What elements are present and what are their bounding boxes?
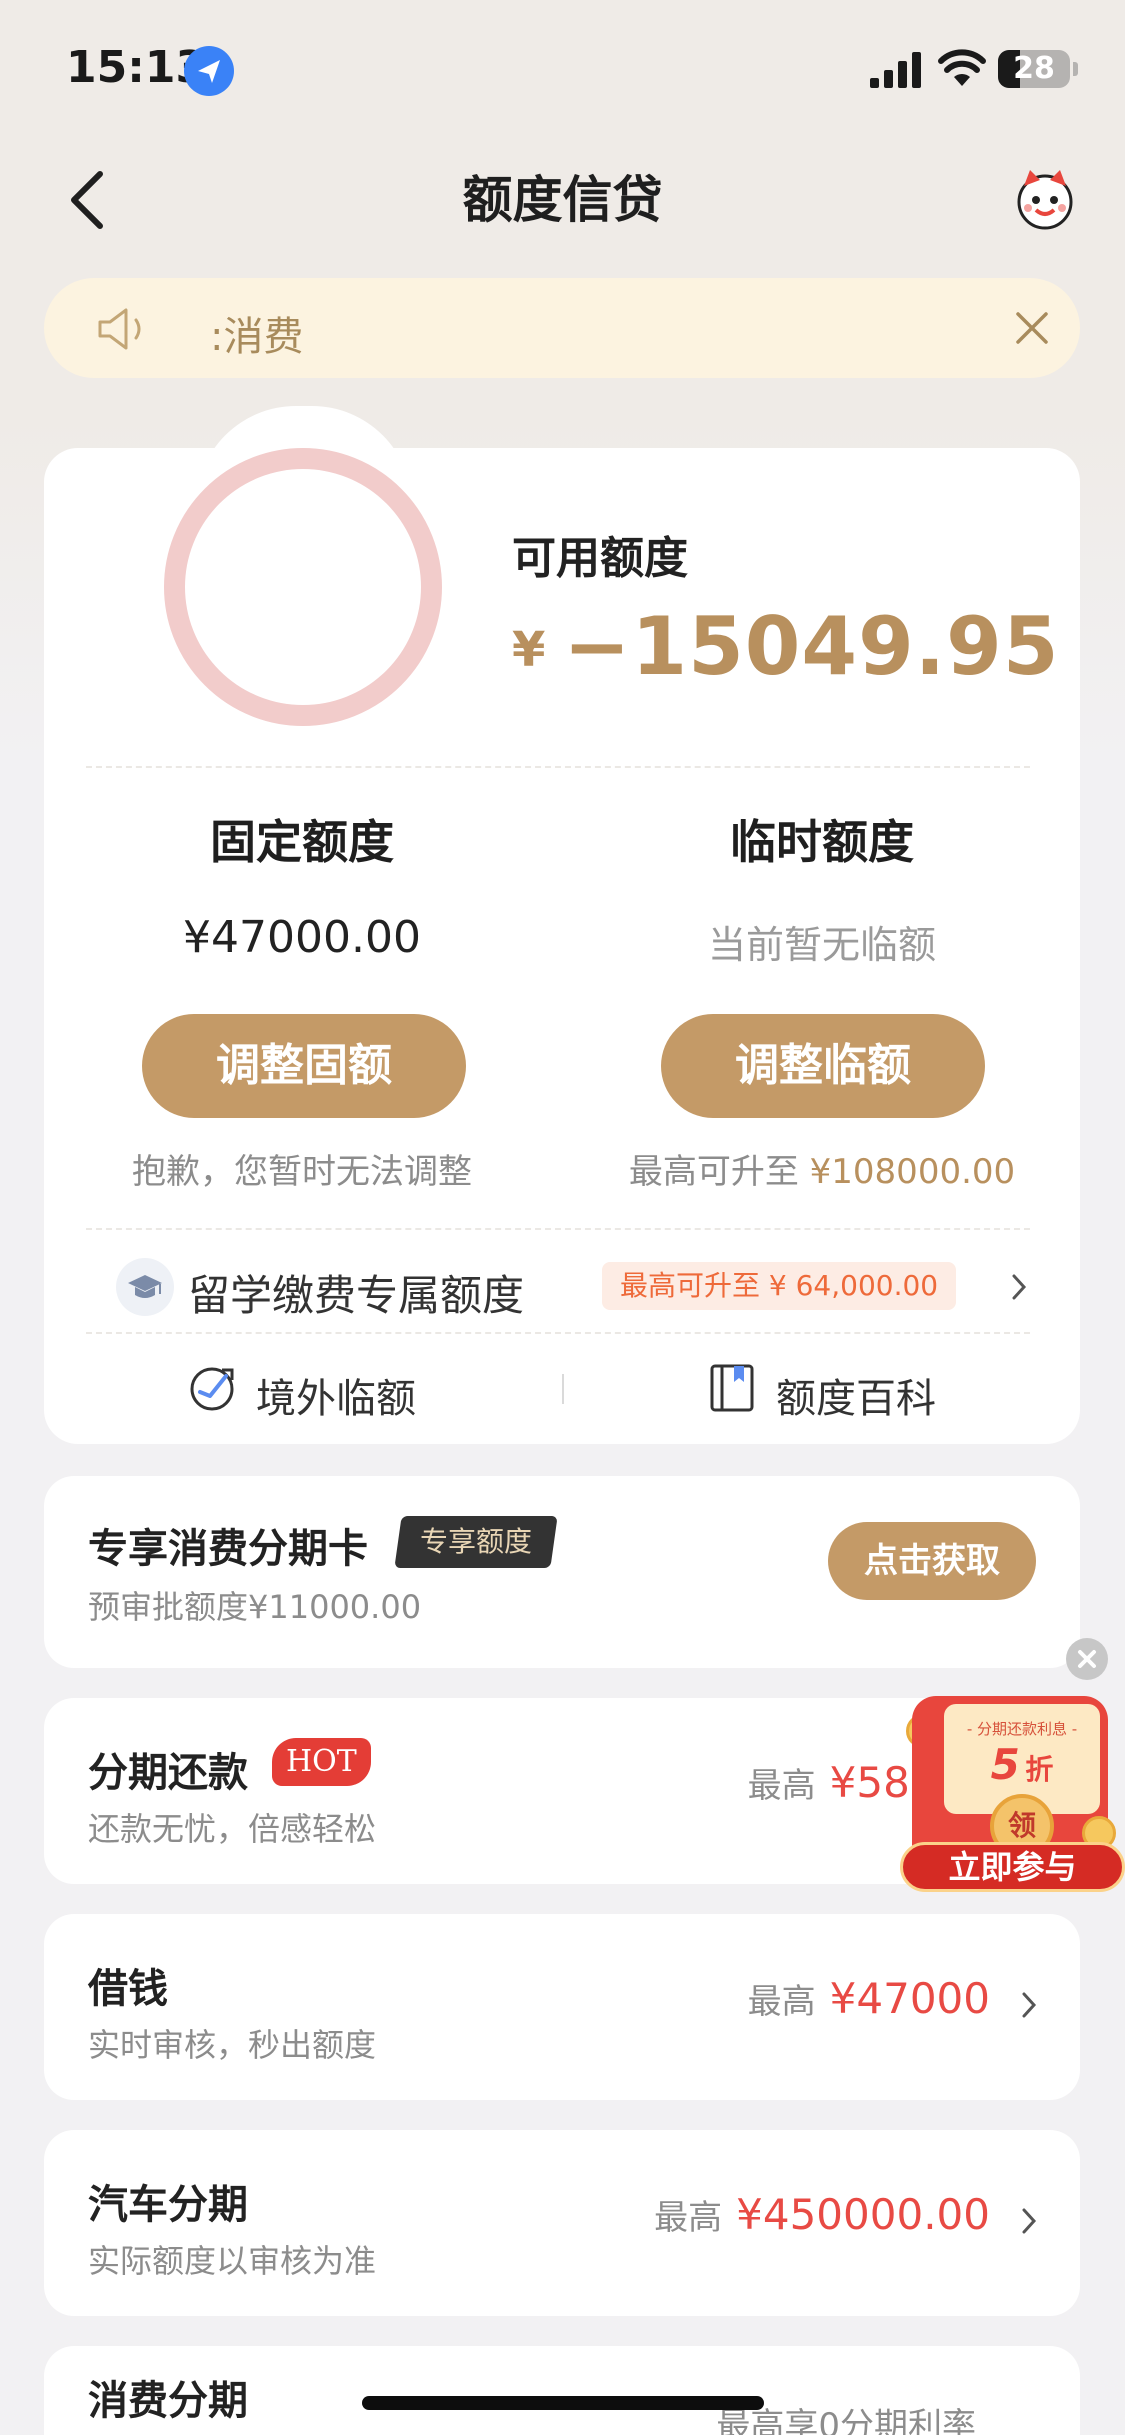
study-credit-label: 留学缴费专属额度 <box>188 1271 525 1320</box>
exclusive-installment-card[interactable]: 专享消费分期卡 专享额度 预审批额度¥11000.00 点击获取 <box>44 1476 1080 1668</box>
credit-wiki-label: 额度百科 <box>776 1376 936 1422</box>
wifi-icon <box>938 49 986 86</box>
product-limit-amount: ¥450000.00 <box>736 2190 990 2239</box>
temp-credit-note-amount: ¥108000.00 <box>809 1152 1016 1192</box>
product-title: 汽车分期 <box>88 2182 248 2228</box>
product-subtitle: 实时审核，秒出额度 <box>88 2026 377 2064</box>
fixed-credit-value: ¥47000.00 <box>183 912 421 963</box>
close-icon[interactable] <box>1008 304 1056 352</box>
promo-discount-unit: 折 <box>1025 1753 1054 1786</box>
notice-text: :消费 <box>210 314 304 360</box>
promo-join-button[interactable]: 立即参与 <box>900 1842 1125 1892</box>
study-credit-row[interactable]: 留学缴费专属额度 最高可升至 ¥ 64,000.00 <box>116 1254 1036 1320</box>
page: 15:13 28 额度信贷:消费 可用额度 ¥ −15049.95 固定额度 … <box>0 0 1125 2435</box>
promo-discount-number: 5 <box>990 1740 1020 1789</box>
chevron-right-icon <box>1012 1274 1027 1300</box>
promo-top-text: - 分期还款利息 - <box>966 1720 1078 1738</box>
study-credit-badge: 最高可升至 ¥ 64,000.00 <box>602 1262 957 1310</box>
available-credit-value: −15049.95 <box>563 600 1060 693</box>
available-credit-label: 可用额度 <box>512 533 688 584</box>
mascot-icon[interactable] <box>1010 164 1080 234</box>
temp-credit-value: 当前暂无临额 <box>707 923 936 967</box>
page-title: 额度信贷 <box>462 171 663 229</box>
overseas-temp-credit-label: 境外临额 <box>256 1376 416 1422</box>
currency-symbol: ¥ <box>512 622 546 678</box>
home-indicator <box>362 2396 764 2410</box>
product-limit: 最高 ¥47000 <box>748 1974 990 2023</box>
divider <box>86 766 1030 768</box>
credit-usage-ring <box>164 448 442 726</box>
vertical-separator <box>562 1374 564 1404</box>
exclusive-card-subtitle: 预审批额度¥11000.00 <box>88 1588 422 1626</box>
borrow-money-row[interactable]: 借钱 实时审核，秒出额度 最高 ¥47000 <box>44 1914 1080 2100</box>
hot-badge: HOT <box>272 1738 371 1786</box>
product-limit-prefix: 最高 <box>654 2198 723 2238</box>
cellular-signal-icon <box>870 52 921 88</box>
product-title: 分期还款 <box>88 1750 248 1796</box>
notice-bar[interactable]: :消费 <box>44 278 1080 378</box>
exclusive-card-title: 专享消费分期卡 <box>88 1526 368 1572</box>
product-title: 消费分期 <box>88 2378 248 2424</box>
product-limit: 最高 ¥450000.00 <box>654 2190 990 2239</box>
divider <box>86 1228 1030 1230</box>
temp-credit-note-prefix: 最高可升至 <box>628 1152 799 1192</box>
adjust-temp-credit-button[interactable]: 调整临额 <box>661 1014 985 1118</box>
product-title: 借钱 <box>88 1966 168 2012</box>
battery-icon: 28 <box>998 50 1070 88</box>
chevron-right-icon <box>1022 1992 1037 2018</box>
available-credit-amount: ¥ −15049.95 <box>512 600 1059 693</box>
book-icon <box>710 1364 754 1412</box>
promo-red-envelope[interactable]: - 分期还款利息 - 5 折 领 立即参与 <box>900 1696 1125 1892</box>
credit-wiki-link[interactable]: 额度百科 <box>708 1356 958 1422</box>
temp-credit-note: 最高可升至 ¥108000.00 <box>592 1144 1052 1193</box>
speaker-icon <box>98 308 141 350</box>
adjust-fixed-credit-button[interactable]: 调整固额 <box>142 1014 466 1118</box>
product-subtitle: 还款无忧，倍感轻松 <box>88 1810 377 1848</box>
battery-level: 28 <box>1013 51 1055 86</box>
status-bar: 15:13 28 <box>0 0 1125 140</box>
car-installment-row[interactable]: 汽车分期 实际额度以审核为准 最高 ¥450000.00 <box>44 2130 1080 2316</box>
fixed-credit-note: 抱歉，您暂时无法调整 <box>132 1152 472 1192</box>
product-limit-prefix: 最高 <box>747 1982 816 2022</box>
chevron-right-icon <box>1022 2208 1037 2234</box>
consumer-installment-row[interactable]: 消费分期 最高享0分期利率 <box>44 2346 1080 2435</box>
product-limit-amount: ¥47000 <box>829 1974 990 2023</box>
location-arrow-icon <box>184 46 234 96</box>
exclusive-badge: 专享额度 <box>394 1516 558 1568</box>
close-icon <box>1078 1650 1096 1668</box>
product-limit-prefix: 最高 <box>747 1766 816 1806</box>
graduation-cap-icon <box>116 1258 174 1316</box>
divider <box>86 1332 1030 1334</box>
promo-discount: 5 折 <box>944 1740 1100 1789</box>
promo-close-button[interactable] <box>1066 1638 1108 1680</box>
product-subtitle: 实际额度以审核为准 <box>88 2242 377 2280</box>
globe-plane-icon <box>190 1367 234 1411</box>
overseas-temp-credit-link[interactable]: 境外临额 <box>186 1356 436 1422</box>
get-now-button[interactable]: 点击获取 <box>828 1522 1036 1600</box>
temp-credit-title: 临时额度 <box>730 815 914 869</box>
exclusive-badge-label: 专享额度 <box>420 1525 533 1558</box>
product-limit-prefix: 最高享0分期利率 <box>716 2406 976 2435</box>
fixed-credit-title: 固定额度 <box>210 815 394 869</box>
